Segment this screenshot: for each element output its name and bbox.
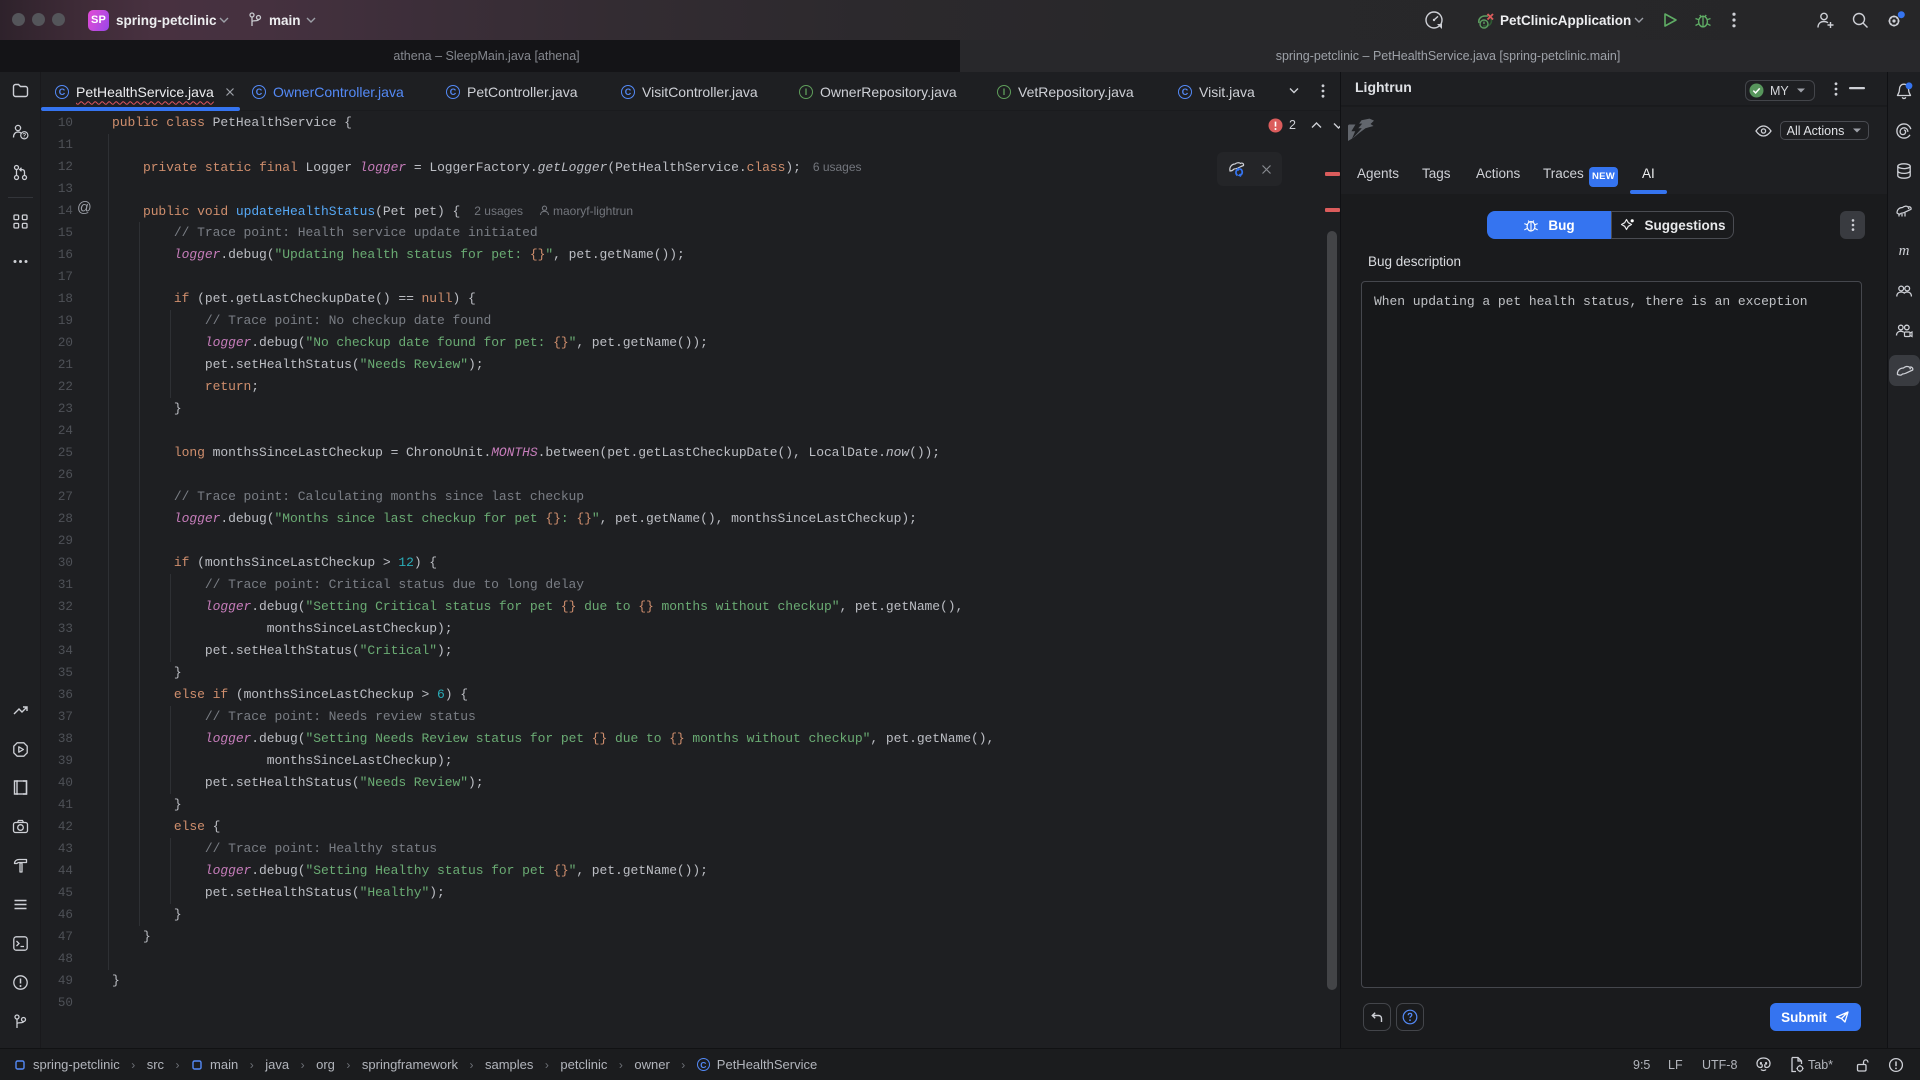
svg-text:m: m bbox=[1899, 243, 1910, 259]
svg-text:?: ? bbox=[22, 133, 26, 140]
